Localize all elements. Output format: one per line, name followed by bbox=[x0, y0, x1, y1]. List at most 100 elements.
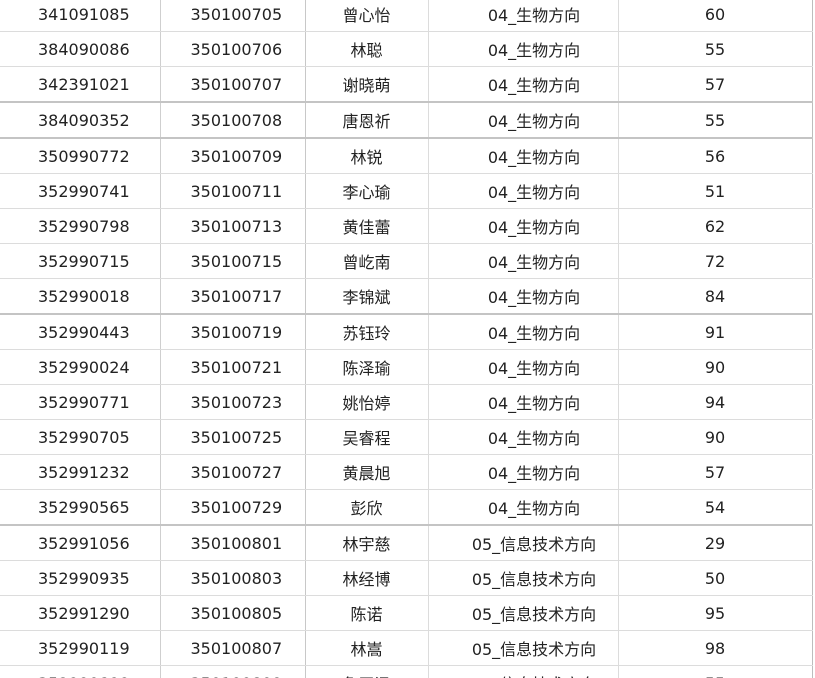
student-id-cell[interactable]: 350100727 bbox=[160, 454, 306, 490]
exam-id-cell[interactable]: 352990024 bbox=[0, 349, 161, 385]
exam-id-cell[interactable]: 352990935 bbox=[0, 560, 161, 596]
score-cell[interactable]: 54 bbox=[618, 489, 813, 526]
score-cell[interactable]: 90 bbox=[618, 419, 813, 455]
name-cell[interactable]: 吴睿程 bbox=[305, 419, 429, 455]
name-cell[interactable]: 林经博 bbox=[305, 560, 429, 596]
student-id-cell[interactable]: 350100805 bbox=[160, 595, 306, 631]
direction-cell[interactable]: 04_生物方向 bbox=[428, 102, 619, 139]
name-cell[interactable]: 林嵩 bbox=[305, 630, 429, 666]
direction-cell[interactable]: 04_生物方向 bbox=[428, 66, 619, 103]
exam-id-cell[interactable]: 352990715 bbox=[0, 243, 161, 279]
exam-id-cell[interactable]: 352990119 bbox=[0, 630, 161, 666]
score-cell[interactable]: 57 bbox=[618, 454, 813, 490]
exam-id-cell[interactable]: 384090086 bbox=[0, 31, 161, 67]
score-cell[interactable]: 50 bbox=[618, 560, 813, 596]
exam-id-cell[interactable]: 352991290 bbox=[0, 595, 161, 631]
direction-cell[interactable]: 04_生物方向 bbox=[428, 173, 619, 209]
student-id-cell[interactable]: 350100719 bbox=[160, 314, 306, 350]
score-cell[interactable]: 62 bbox=[618, 208, 813, 244]
score-cell[interactable]: 55 bbox=[618, 665, 813, 678]
score-cell[interactable]: 98 bbox=[618, 630, 813, 666]
score-cell[interactable]: 56 bbox=[618, 138, 813, 174]
student-id-cell[interactable]: 350100721 bbox=[160, 349, 306, 385]
score-cell[interactable]: 84 bbox=[618, 278, 813, 315]
name-cell[interactable]: 谢晓萌 bbox=[305, 66, 429, 103]
exam-id-cell[interactable]: 352990771 bbox=[0, 384, 161, 420]
direction-cell[interactable]: 05_信息技术方向 bbox=[428, 560, 619, 596]
student-id-cell[interactable]: 350100801 bbox=[160, 525, 306, 561]
direction-cell[interactable]: 04_生物方向 bbox=[428, 278, 619, 315]
exam-id-cell[interactable]: 350990772 bbox=[0, 138, 161, 174]
exam-id-cell[interactable]: 352990443 bbox=[0, 314, 161, 350]
exam-id-cell[interactable]: 352990899 bbox=[0, 665, 161, 678]
student-id-cell[interactable]: 350100708 bbox=[160, 102, 306, 139]
exam-id-cell[interactable]: 352990798 bbox=[0, 208, 161, 244]
score-cell[interactable]: 55 bbox=[618, 31, 813, 67]
score-cell[interactable]: 95 bbox=[618, 595, 813, 631]
direction-cell[interactable]: 04_生物方向 bbox=[428, 349, 619, 385]
direction-cell[interactable]: 05_信息技术方向 bbox=[428, 595, 619, 631]
student-id-cell[interactable]: 350100717 bbox=[160, 278, 306, 315]
exam-id-cell[interactable]: 341091085 bbox=[0, 0, 161, 32]
direction-cell[interactable]: 04_生物方向 bbox=[428, 208, 619, 244]
direction-cell[interactable]: 04_生物方向 bbox=[428, 314, 619, 350]
student-id-cell[interactable]: 350100707 bbox=[160, 66, 306, 103]
name-cell[interactable]: 彭欣 bbox=[305, 489, 429, 526]
name-cell[interactable]: 林锐 bbox=[305, 138, 429, 174]
score-cell[interactable]: 55 bbox=[618, 102, 813, 139]
direction-cell[interactable]: 04_生物方向 bbox=[428, 419, 619, 455]
name-cell[interactable]: 黄佳蕾 bbox=[305, 208, 429, 244]
student-id-cell[interactable]: 350100705 bbox=[160, 0, 306, 32]
exam-id-cell[interactable]: 352991056 bbox=[0, 525, 161, 561]
student-id-cell[interactable]: 350100729 bbox=[160, 489, 306, 526]
exam-id-cell[interactable]: 352991232 bbox=[0, 454, 161, 490]
name-cell[interactable]: 李锦斌 bbox=[305, 278, 429, 315]
score-cell[interactable]: 72 bbox=[618, 243, 813, 279]
name-cell[interactable]: 陈泽瑜 bbox=[305, 349, 429, 385]
name-cell[interactable]: 曾心怡 bbox=[305, 0, 429, 32]
exam-id-cell[interactable]: 352990741 bbox=[0, 173, 161, 209]
student-id-cell[interactable]: 350100803 bbox=[160, 560, 306, 596]
exam-id-cell[interactable]: 384090352 bbox=[0, 102, 161, 139]
score-cell[interactable]: 57 bbox=[618, 66, 813, 103]
name-cell[interactable]: 李心瑜 bbox=[305, 173, 429, 209]
student-id-cell[interactable]: 350100709 bbox=[160, 138, 306, 174]
student-id-cell[interactable]: 350100723 bbox=[160, 384, 306, 420]
name-cell[interactable]: 黄晨旭 bbox=[305, 454, 429, 490]
student-id-cell[interactable]: 350100715 bbox=[160, 243, 306, 279]
name-cell[interactable]: 苏钰玲 bbox=[305, 314, 429, 350]
student-id-cell[interactable]: 350100725 bbox=[160, 419, 306, 455]
direction-cell[interactable]: 04_生物方向 bbox=[428, 31, 619, 67]
score-cell[interactable]: 90 bbox=[618, 349, 813, 385]
direction-cell[interactable]: 04_生物方向 bbox=[428, 0, 619, 32]
score-cell[interactable]: 51 bbox=[618, 173, 813, 209]
student-id-cell[interactable]: 350100807 bbox=[160, 630, 306, 666]
score-cell[interactable]: 60 bbox=[618, 0, 813, 32]
direction-cell[interactable]: 04_生物方向 bbox=[428, 384, 619, 420]
name-cell[interactable]: 林聪 bbox=[305, 31, 429, 67]
score-cell[interactable]: 94 bbox=[618, 384, 813, 420]
exam-id-cell[interactable]: 352990705 bbox=[0, 419, 161, 455]
name-cell[interactable]: 林宇慈 bbox=[305, 525, 429, 561]
direction-cell[interactable]: 04_生物方向 bbox=[428, 454, 619, 490]
direction-cell[interactable]: 05_信息技术方向 bbox=[428, 525, 619, 561]
direction-cell[interactable]: 04_生物方向 bbox=[428, 243, 619, 279]
direction-cell[interactable]: 05_信息技术方向 bbox=[428, 665, 619, 678]
name-cell[interactable]: 唐恩祈 bbox=[305, 102, 429, 139]
name-cell[interactable]: 曾屹南 bbox=[305, 243, 429, 279]
direction-cell[interactable]: 04_生物方向 bbox=[428, 138, 619, 174]
name-cell[interactable]: 陈诺 bbox=[305, 595, 429, 631]
score-cell[interactable]: 91 bbox=[618, 314, 813, 350]
direction-cell[interactable]: 04_生物方向 bbox=[428, 489, 619, 526]
student-id-cell[interactable]: 350100713 bbox=[160, 208, 306, 244]
exam-id-cell[interactable]: 342391021 bbox=[0, 66, 161, 103]
exam-id-cell[interactable]: 352990018 bbox=[0, 278, 161, 315]
student-id-cell[interactable]: 350100809 bbox=[160, 665, 306, 678]
student-id-cell[interactable]: 350100711 bbox=[160, 173, 306, 209]
name-cell[interactable]: 姚怡婷 bbox=[305, 384, 429, 420]
direction-cell[interactable]: 05_信息技术方向 bbox=[428, 630, 619, 666]
score-cell[interactable]: 29 bbox=[618, 525, 813, 561]
student-id-cell[interactable]: 350100706 bbox=[160, 31, 306, 67]
name-cell[interactable]: 詹王泽 bbox=[305, 665, 429, 678]
exam-id-cell[interactable]: 352990565 bbox=[0, 489, 161, 526]
